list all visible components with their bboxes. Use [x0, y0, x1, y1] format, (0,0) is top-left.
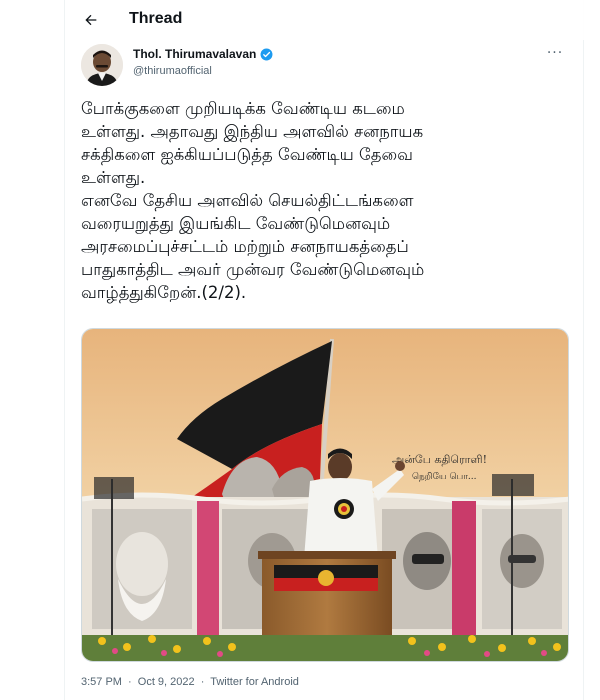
- tweet-author: Thol. Thirumavalavan @thirumaofficial ··…: [81, 44, 569, 90]
- tweet-text: போக்குகளை முறியடிக்க வேண்டிய கடமை உள்ளது…: [81, 99, 425, 302]
- banner-text-line2: நெறியே பொ...: [412, 472, 477, 482]
- avatar[interactable]: [81, 44, 123, 86]
- tweet-time[interactable]: 3:57 PM: [81, 676, 122, 688]
- photo-illustration: அன்பே கதிரொளி! நெறியே பொ...: [82, 329, 568, 661]
- more-horizontal-icon: ···: [546, 45, 564, 61]
- thread-column: Thread Thol. Thirumavalavan @thirumaoffi…: [64, 0, 585, 700]
- thread-header: Thread: [65, 0, 585, 40]
- verified-badge-icon: [260, 48, 273, 61]
- tweet-date[interactable]: Oct 9, 2022: [138, 676, 195, 688]
- tweet-photo[interactable]: அன்பே கதிரொளி! நெறியே பொ...: [81, 328, 569, 662]
- more-options-button[interactable]: ···: [543, 46, 567, 66]
- banner-text-line1: அன்பே கதிரொளி!: [392, 453, 487, 466]
- page-title: Thread: [129, 10, 183, 27]
- arrow-left-icon: [85, 14, 97, 26]
- author-handle[interactable]: @thirumaofficial: [133, 65, 212, 77]
- back-button[interactable]: [77, 6, 105, 34]
- tweet-meta: 3:57 PM · Oct 9, 2022 · Twitter for Andr…: [81, 676, 302, 688]
- author-name[interactable]: Thol. Thirumavalavan: [133, 47, 256, 61]
- author-name-row[interactable]: Thol. Thirumavalavan: [133, 47, 273, 61]
- page: Thread Thol. Thirumavalavan @thirumaoffi…: [0, 0, 600, 700]
- meta-separator: ·: [128, 676, 132, 688]
- tweet-source[interactable]: Twitter for Android: [210, 676, 299, 688]
- meta-separator-2: ·: [200, 676, 205, 688]
